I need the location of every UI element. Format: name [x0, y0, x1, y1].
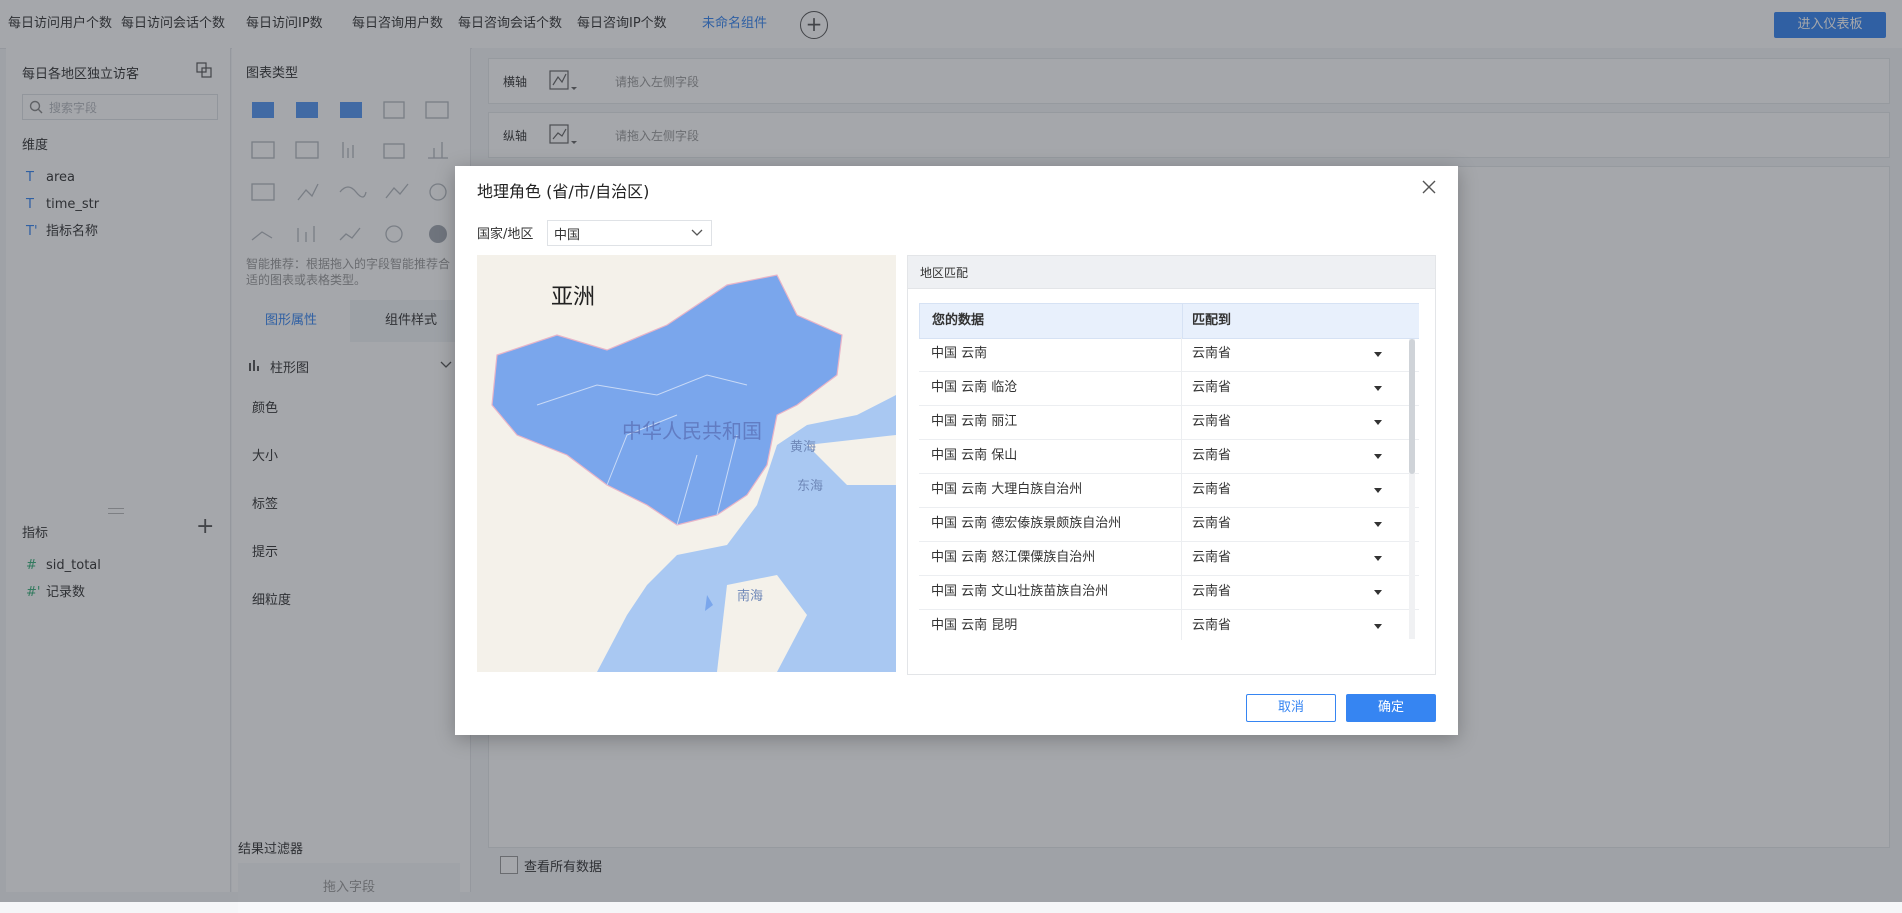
match-value: 云南省: [1192, 516, 1232, 531]
caret-down-icon: [1374, 352, 1382, 357]
col-match-to: 匹配到: [1192, 313, 1232, 328]
table-row: 中国 云南 丽江 云南省: [919, 405, 1419, 440]
match-table: 您的数据 匹配到 中国 云南 云南省 中国 云南 临沧 云南省 中国 云南 丽江 云南省中…: [919, 303, 1419, 640]
caret-down-icon: [1374, 420, 1382, 425]
your-data-cell: 中国 云南 大理白族自治州: [931, 482, 1083, 497]
match-value: 云南省: [1192, 550, 1232, 565]
map-label-asia: 亚洲: [551, 285, 596, 310]
your-data-cell: 中国 云南 丽江: [931, 414, 1018, 429]
map-label-south-sea: 南海: [737, 589, 764, 604]
column-divider: [1182, 304, 1183, 338]
country-select[interactable]: 中国: [547, 220, 712, 246]
caret-down-icon: [1374, 488, 1382, 493]
your-data-cell: 中国 云南 文山壮族苗族自治州: [931, 584, 1109, 599]
region-match-panel: 地区匹配 您的数据 匹配到 中国 云南 云南省 中国 云南 临沧 云南省 中国 云南 丽…: [907, 255, 1436, 675]
match-select[interactable]: 云南省: [1182, 439, 1402, 473]
map-svg: [477, 255, 896, 672]
your-data-cell: 中国 云南 临沧: [931, 380, 1018, 395]
match-value: 云南省: [1192, 448, 1232, 463]
match-select[interactable]: 云南省: [1182, 473, 1402, 507]
your-data-cell: 中国 云南 昆明: [931, 618, 1018, 633]
col-your-data: 您的数据: [932, 313, 985, 328]
match-select[interactable]: 云南省: [1182, 541, 1402, 575]
match-select[interactable]: 云南省: [1182, 609, 1402, 640]
match-select[interactable]: 云南省: [1182, 507, 1402, 541]
match-select[interactable]: 云南省: [1182, 575, 1402, 609]
dialog-title: 地理角色 (省/市/自治区): [477, 182, 650, 201]
map-label-china: 中华人民共和国: [622, 419, 762, 443]
table-scroll-track[interactable]: [1409, 339, 1415, 639]
china-map[interactable]: 亚洲 中华人民共和国 黄海 东海 南海: [477, 255, 896, 672]
match-value: 云南省: [1192, 618, 1232, 633]
map-label-yellow-sea: 黄海: [790, 440, 817, 455]
match-value: 云南省: [1192, 482, 1232, 497]
table-row: 中国 云南 临沧 云南省: [919, 371, 1419, 406]
table-row: 中国 云南 德宏傣族景颇族自治州 云南省: [919, 507, 1419, 542]
your-data-cell: 中国 云南: [931, 346, 988, 361]
table-row: 中国 云南 昆明 云南省: [919, 609, 1419, 640]
close-icon[interactable]: [1422, 180, 1436, 194]
match-value: 云南省: [1192, 584, 1232, 599]
table-scrollbar[interactable]: [1409, 339, 1415, 474]
caret-down-icon: [1374, 624, 1382, 629]
caret-down-icon: [1374, 454, 1382, 459]
caret-down-icon: [1374, 386, 1382, 391]
match-value: 云南省: [1192, 380, 1232, 395]
caret-down-icon: [1374, 522, 1382, 527]
match-select[interactable]: 云南省: [1182, 337, 1402, 371]
table-row: 中国 云南 大理白族自治州 云南省: [919, 473, 1419, 508]
country-label: 国家/地区: [477, 227, 534, 242]
cancel-button[interactable]: 取消: [1246, 694, 1336, 722]
table-row: 中国 云南 文山壮族苗族自治州 云南省: [919, 575, 1419, 610]
caret-down-icon: [1374, 556, 1382, 561]
geo-role-dialog: 地理角色 (省/市/自治区) 国家/地区 中国 亚洲 中华人民共和国 黄海 东海…: [455, 166, 1458, 735]
confirm-button[interactable]: 确定: [1346, 694, 1436, 722]
match-value: 云南省: [1192, 414, 1232, 429]
region-match-header: 地区匹配: [908, 256, 1435, 289]
match-select[interactable]: 云南省: [1182, 371, 1402, 405]
region-match-title: 地区匹配: [920, 266, 969, 280]
match-select[interactable]: 云南省: [1182, 405, 1402, 439]
table-row: 中国 云南 保山 云南省: [919, 439, 1419, 474]
your-data-cell: 中国 云南 怒江傈僳族自治州: [931, 550, 1096, 565]
table-header: 您的数据 匹配到: [919, 303, 1419, 339]
chevron-down-icon: [691, 229, 703, 236]
map-label-east-sea: 东海: [797, 479, 824, 494]
country-value: 中国: [554, 228, 581, 243]
your-data-cell: 中国 云南 德宏傣族景颇族自治州: [931, 516, 1122, 531]
caret-down-icon: [1374, 590, 1382, 595]
your-data-cell: 中国 云南 保山: [931, 448, 1018, 463]
match-value: 云南省: [1192, 346, 1232, 361]
table-row: 中国 云南 怒江傈僳族自治州 云南省: [919, 541, 1419, 576]
table-row: 中国 云南 云南省: [919, 337, 1419, 372]
